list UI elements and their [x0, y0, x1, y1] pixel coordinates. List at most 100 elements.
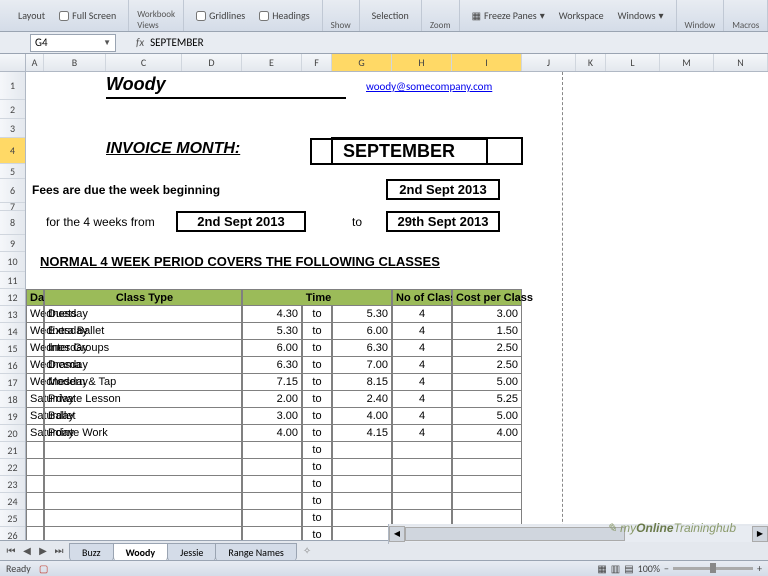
col-header-L[interactable]: L: [606, 54, 660, 71]
gridlines-checkbox[interactable]: Gridlines: [192, 8, 249, 23]
row-header-5[interactable]: 5: [0, 164, 25, 179]
row-header-23[interactable]: 23: [0, 476, 25, 493]
group-label-show: Show: [331, 20, 351, 31]
tab-nav-prev[interactable]: ◀: [20, 544, 34, 557]
ribbon: Layout Full Screen Workbook Views Gridli…: [0, 0, 768, 32]
layout-button[interactable]: Layout: [14, 8, 49, 23]
zoom-level[interactable]: 100%: [638, 562, 660, 575]
col-header-K[interactable]: K: [576, 54, 606, 71]
spreadsheet-grid[interactable]: ABCDEFGHIJKLMN 1234567891011121314151617…: [0, 54, 768, 542]
row-header-25[interactable]: 25: [0, 510, 25, 527]
col-header-F[interactable]: F: [302, 54, 332, 71]
headings-checkbox[interactable]: Headings: [255, 8, 313, 23]
row-header-9[interactable]: 9: [0, 235, 25, 252]
view-normal-icon[interactable]: ▦: [597, 562, 606, 575]
table-row: WednesdayExtra Ballet5.30to6.0041.50: [26, 323, 768, 340]
fees-due-date: 2nd Sept 2013: [386, 179, 500, 200]
col-header-B[interactable]: B: [44, 54, 106, 71]
fullscreen-checkbox[interactable]: Full Screen: [55, 8, 120, 23]
fx-icon[interactable]: fx: [136, 36, 144, 49]
email-link[interactable]: woody@somecompany.com: [366, 80, 492, 93]
formula-input[interactable]: SEPTEMBER: [150, 36, 204, 49]
group-label-window: Window: [685, 20, 716, 31]
name-box[interactable]: G4▼: [30, 34, 116, 52]
col-header-E[interactable]: E: [242, 54, 302, 71]
col-header-D[interactable]: D: [182, 54, 242, 71]
zoom-slider[interactable]: [673, 567, 753, 570]
col-header-M[interactable]: M: [660, 54, 714, 71]
row-header-8[interactable]: 8: [0, 211, 25, 235]
row-header-12[interactable]: 12: [0, 289, 25, 306]
status-bar: Ready ▢ ▦ ▥ ▤ 100% − +: [0, 560, 768, 576]
row-header-3[interactable]: 3: [0, 119, 25, 138]
zoom-in-button[interactable]: +: [757, 562, 762, 575]
table-row: SaturdayPointe Work4.00to4.1544.00: [26, 425, 768, 442]
class-table-header: DayClass TypeTimeNo of ClassesCost per C…: [26, 289, 768, 306]
col-header-C[interactable]: C: [106, 54, 182, 71]
table-row: WednesdayDuets4.30to5.3043.00: [26, 306, 768, 323]
watermark: ✎ myOnlineTraininghub: [607, 521, 736, 535]
company-title: Woody: [106, 74, 346, 99]
cells-area[interactable]: Woody woody@somecompany.com INVOICE MONT…: [26, 72, 768, 542]
zoom-out-button[interactable]: −: [664, 562, 669, 575]
sheet-tab-range-names[interactable]: Range Names: [215, 543, 296, 561]
group-label-zoom: Zoom: [430, 20, 451, 31]
new-sheet-icon[interactable]: ✧: [303, 544, 311, 557]
row-header-24[interactable]: 24: [0, 493, 25, 510]
row-header-13[interactable]: 13: [0, 306, 25, 323]
selection-button[interactable]: Selection: [368, 8, 413, 23]
sheet-tab-woody[interactable]: Woody: [113, 543, 169, 561]
col-header-G[interactable]: G: [332, 54, 392, 71]
row-header-7[interactable]: 7: [0, 203, 25, 211]
col-header-H[interactable]: H: [392, 54, 452, 71]
row-header-10[interactable]: 10: [0, 252, 25, 272]
row-header-11[interactable]: 11: [0, 272, 25, 289]
row-header-2[interactable]: 2: [0, 100, 25, 119]
freeze-panes-button[interactable]: ▦ Freeze Panes ▾: [468, 8, 549, 23]
row-header-17[interactable]: 17: [0, 374, 25, 391]
row-header-14[interactable]: 14: [0, 323, 25, 340]
record-macro-icon[interactable]: ▢: [39, 562, 48, 575]
fees-due-label: Fees are due the week beginning: [32, 183, 220, 197]
tab-nav: ⏮ ◀ ▶ ⏭: [0, 544, 70, 557]
table-header-num: No of Classes: [392, 289, 452, 306]
invoice-month-value: SEPTEMBER: [310, 138, 488, 165]
column-headers: ABCDEFGHIJKLMN: [0, 54, 768, 72]
row-header-21[interactable]: 21: [0, 442, 25, 459]
tab-nav-next[interactable]: ▶: [36, 544, 50, 557]
workspace-button[interactable]: Workspace: [555, 8, 608, 23]
col-header-N[interactable]: N: [714, 54, 768, 71]
table-header-type: Class Type: [44, 289, 242, 306]
table-row: WednesdayModern & Tap7.15to8.1545.00: [26, 374, 768, 391]
scroll-left-button[interactable]: ◀: [389, 526, 405, 542]
view-layout-icon[interactable]: ▥: [611, 562, 620, 575]
select-all-corner[interactable]: [0, 54, 26, 71]
period-prefix: for the 4 weeks from: [46, 215, 155, 229]
row-header-1[interactable]: 1: [0, 72, 25, 100]
col-header-I[interactable]: I: [452, 54, 522, 71]
tab-nav-first[interactable]: ⏮: [4, 544, 18, 557]
sheet-tab-buzz[interactable]: Buzz: [69, 543, 114, 561]
group-label-macros: Macros: [732, 20, 759, 31]
sheet-tabs-bar: ⏮ ◀ ▶ ⏭ BuzzWoodyJessieRange Names ✧ ◀ ▶…: [0, 540, 768, 560]
row-header-15[interactable]: 15: [0, 340, 25, 357]
row-header-4[interactable]: 4: [0, 138, 25, 164]
status-text: Ready: [6, 562, 31, 575]
col-header-A[interactable]: A: [26, 54, 44, 71]
row-header-19[interactable]: 19: [0, 408, 25, 425]
table-header-day: Day: [26, 289, 44, 306]
row-header-20[interactable]: 20: [0, 425, 25, 442]
scroll-right-button[interactable]: ▶: [752, 526, 768, 542]
row-header-16[interactable]: 16: [0, 357, 25, 374]
row-header-18[interactable]: 18: [0, 391, 25, 408]
windows-button[interactable]: Windows ▾: [614, 8, 668, 23]
invoice-month-label: INVOICE MONTH:: [106, 140, 240, 158]
view-break-icon[interactable]: ▤: [624, 562, 633, 575]
scroll-thumb[interactable]: [405, 527, 625, 541]
col-header-J[interactable]: J: [522, 54, 576, 71]
table-header-cost: Cost per Class: [452, 289, 522, 306]
row-header-22[interactable]: 22: [0, 459, 25, 476]
tab-nav-last[interactable]: ⏭: [52, 544, 66, 557]
sheet-tab-jessie[interactable]: Jessie: [167, 543, 216, 561]
table-row: SaturdayBallet3.00to4.0045.00: [26, 408, 768, 425]
